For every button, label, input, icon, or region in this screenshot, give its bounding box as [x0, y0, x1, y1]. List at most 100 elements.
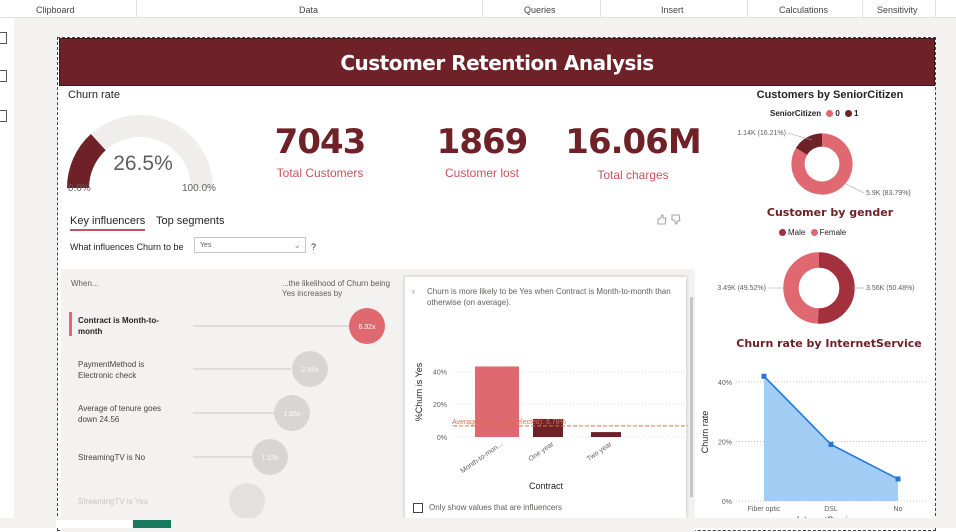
influencer-item-streamingtv-yes[interactable]: StreamingTV is Yes	[78, 496, 148, 507]
kpi-customer-lost-value: 1869	[436, 122, 529, 162]
average-label: Average (excluding selected): 6.78%	[452, 419, 566, 426]
thumbs-down-icon[interactable]	[671, 214, 681, 225]
donut-data-label: 1.14K (16.21%)	[737, 130, 786, 137]
legend-dot	[845, 109, 853, 117]
x-tick-label: One year	[528, 441, 556, 464]
seniorcitizen-chart-title: Customers by SeniorCitizen	[756, 89, 904, 101]
chevron-down-icon: ⌄	[293, 240, 301, 250]
influencers-only-checkbox[interactable]	[413, 503, 423, 513]
ribbon-section-data[interactable]: Data	[299, 5, 318, 15]
seniorcitizen-donut-chart: 5.9K (83.79%) 1.14K (16.21%)	[737, 130, 911, 197]
label-leader	[843, 182, 865, 194]
influencers-when-header: When...	[71, 279, 99, 288]
gender-donut-chart: 3.56K (50.48%) 3.49K (49.52%)	[717, 252, 915, 324]
kpi-customer-lost-label: Customer lost	[444, 166, 520, 180]
detail-description: Churn is more likely to be Yes when Cont…	[427, 287, 671, 307]
kpi-total-charges-value: 16.06M	[565, 122, 701, 162]
influencer-value: 2.65x	[301, 367, 319, 374]
data-view-icon[interactable]	[0, 70, 7, 82]
data-point	[761, 373, 767, 379]
influencer-bubble[interactable]	[229, 483, 265, 519]
gender-legend: Male Female	[776, 228, 926, 237]
gauge-min: 0.0%	[68, 183, 91, 194]
tab-key-influencers[interactable]: Key influencers	[70, 215, 146, 231]
x-tick-label: Two year	[586, 441, 614, 463]
x-tick-label: Fiber optic	[748, 506, 781, 513]
report-canvas: Customer Retention Analysis Churn rate 2…	[14, 18, 956, 532]
report-page: Customer Retention Analysis Churn rate 2…	[57, 37, 936, 532]
gender-chart-title: Customer by gender	[766, 206, 894, 219]
ribbon-section-calculations[interactable]: Calculations	[779, 5, 828, 15]
y-tick-label: 0%	[722, 499, 732, 506]
influencer-item-payment[interactable]: PaymentMethod is Electronic check	[78, 359, 174, 381]
feedback-icons	[657, 214, 681, 225]
ribbon-section-queries[interactable]: Queries	[524, 5, 556, 15]
key-influencers-panel: When... ...the likelihood of Churn being…	[61, 269, 695, 532]
selected-indicator	[69, 312, 72, 336]
label-leader	[787, 132, 813, 141]
detail-scrollbar[interactable]	[690, 297, 693, 497]
legend-item-1[interactable]: 1	[854, 109, 858, 118]
kpi-total-customers-label: Total Customers	[276, 166, 364, 180]
donut-slice	[783, 252, 820, 324]
y-tick-label: 0%	[437, 435, 447, 442]
influencer-item-tenure[interactable]: Average of tenure goes down 24.56	[78, 403, 174, 425]
gauge-value: 26.5%	[113, 152, 173, 175]
influencer-question: What influences Churn to be	[70, 242, 184, 252]
data-point	[828, 441, 834, 447]
x-tick-label: DSL	[824, 506, 838, 513]
legend-item-0[interactable]: 0	[835, 109, 839, 118]
ribbon-section-sensitivity[interactable]: Sensitivity	[877, 5, 918, 15]
data-point	[895, 476, 901, 482]
legend-dot	[826, 109, 834, 117]
y-tick-label: 40%	[718, 380, 732, 387]
gauge-fill	[67, 134, 107, 189]
legend-title: SeniorCitizen	[770, 109, 822, 118]
influencer-bubbles: 6.32x 2.65x 1.95x 1.53x	[193, 308, 385, 519]
influencer-value: 6.32x	[358, 324, 376, 331]
gauge-max: 100.0%	[182, 183, 216, 194]
seniorcitizen-legend: SeniorCitizen 0 1	[770, 109, 920, 118]
x-tick-label: No	[894, 506, 903, 513]
question-mark: ?	[311, 242, 317, 252]
y-tick-label: 40%	[433, 369, 447, 376]
internet-area-chart: 0%20%40%Fiber opticDSLNoInternetServiceC…	[700, 373, 926, 525]
ribbon-section-clipboard[interactable]: Clipboard	[36, 5, 75, 15]
influencer-item-streamingtv-no[interactable]: StreamingTV is No	[78, 452, 145, 463]
add-page-tab[interactable]	[133, 520, 171, 528]
view-switcher	[0, 18, 14, 528]
legend-dot	[810, 228, 818, 236]
report-view-icon[interactable]	[0, 32, 7, 44]
ribbon: Clipboard Data Queries Insert Calculatio…	[0, 0, 956, 18]
donut-data-label: 3.56K (50.48%)	[866, 285, 915, 292]
influencers-only-label: Only show values that are influencers	[429, 503, 562, 512]
influencer-detail-card: ‹ Churn is more likely to be Yes when Co…	[404, 276, 688, 520]
influencer-target-value: Yes	[200, 242, 212, 249]
influencer-value: 1.95x	[283, 411, 301, 418]
influencer-value: 1.53x	[261, 455, 279, 462]
model-view-icon[interactable]	[0, 110, 7, 122]
contract-bar-chart: 0% 20% 40% Month-to-mon... One year Two year A…	[414, 362, 688, 491]
thumbs-up-icon[interactable]	[657, 214, 667, 225]
donut-data-label: 5.9K (83.79%)	[866, 190, 911, 197]
influencers-likelihood-header: ...the likelihood of Churn being Yes inc…	[282, 279, 391, 298]
x-tick-label: Month-to-mon...	[460, 441, 505, 475]
back-arrow-icon[interactable]: ‹	[412, 286, 415, 296]
y-axis-title: %Churn is Yes	[414, 362, 424, 421]
kpi-total-charges-label: Total charges	[597, 168, 669, 182]
ribbon-section-insert[interactable]: Insert	[661, 5, 684, 15]
x-axis-title: Contract	[529, 481, 564, 491]
donut-slice	[795, 133, 823, 156]
y-axis-title: Churn rate	[700, 411, 710, 454]
title-banner: Customer Retention Analysis	[59, 38, 935, 86]
legend-item-male[interactable]: Male	[788, 228, 805, 237]
tab-top-segments[interactable]: Top segments	[156, 215, 224, 227]
report-title: Customer Retention Analysis	[340, 51, 654, 75]
legend-dot	[779, 228, 786, 236]
legend-item-female[interactable]: Female	[820, 228, 847, 237]
page-tab[interactable]	[56, 520, 132, 528]
influencer-target-dropdown[interactable]: Yes ⌄	[194, 237, 306, 253]
bar	[475, 366, 519, 437]
influencer-item-contract[interactable]: Contract is Month-to-month	[78, 315, 174, 337]
area-fill	[764, 376, 898, 501]
